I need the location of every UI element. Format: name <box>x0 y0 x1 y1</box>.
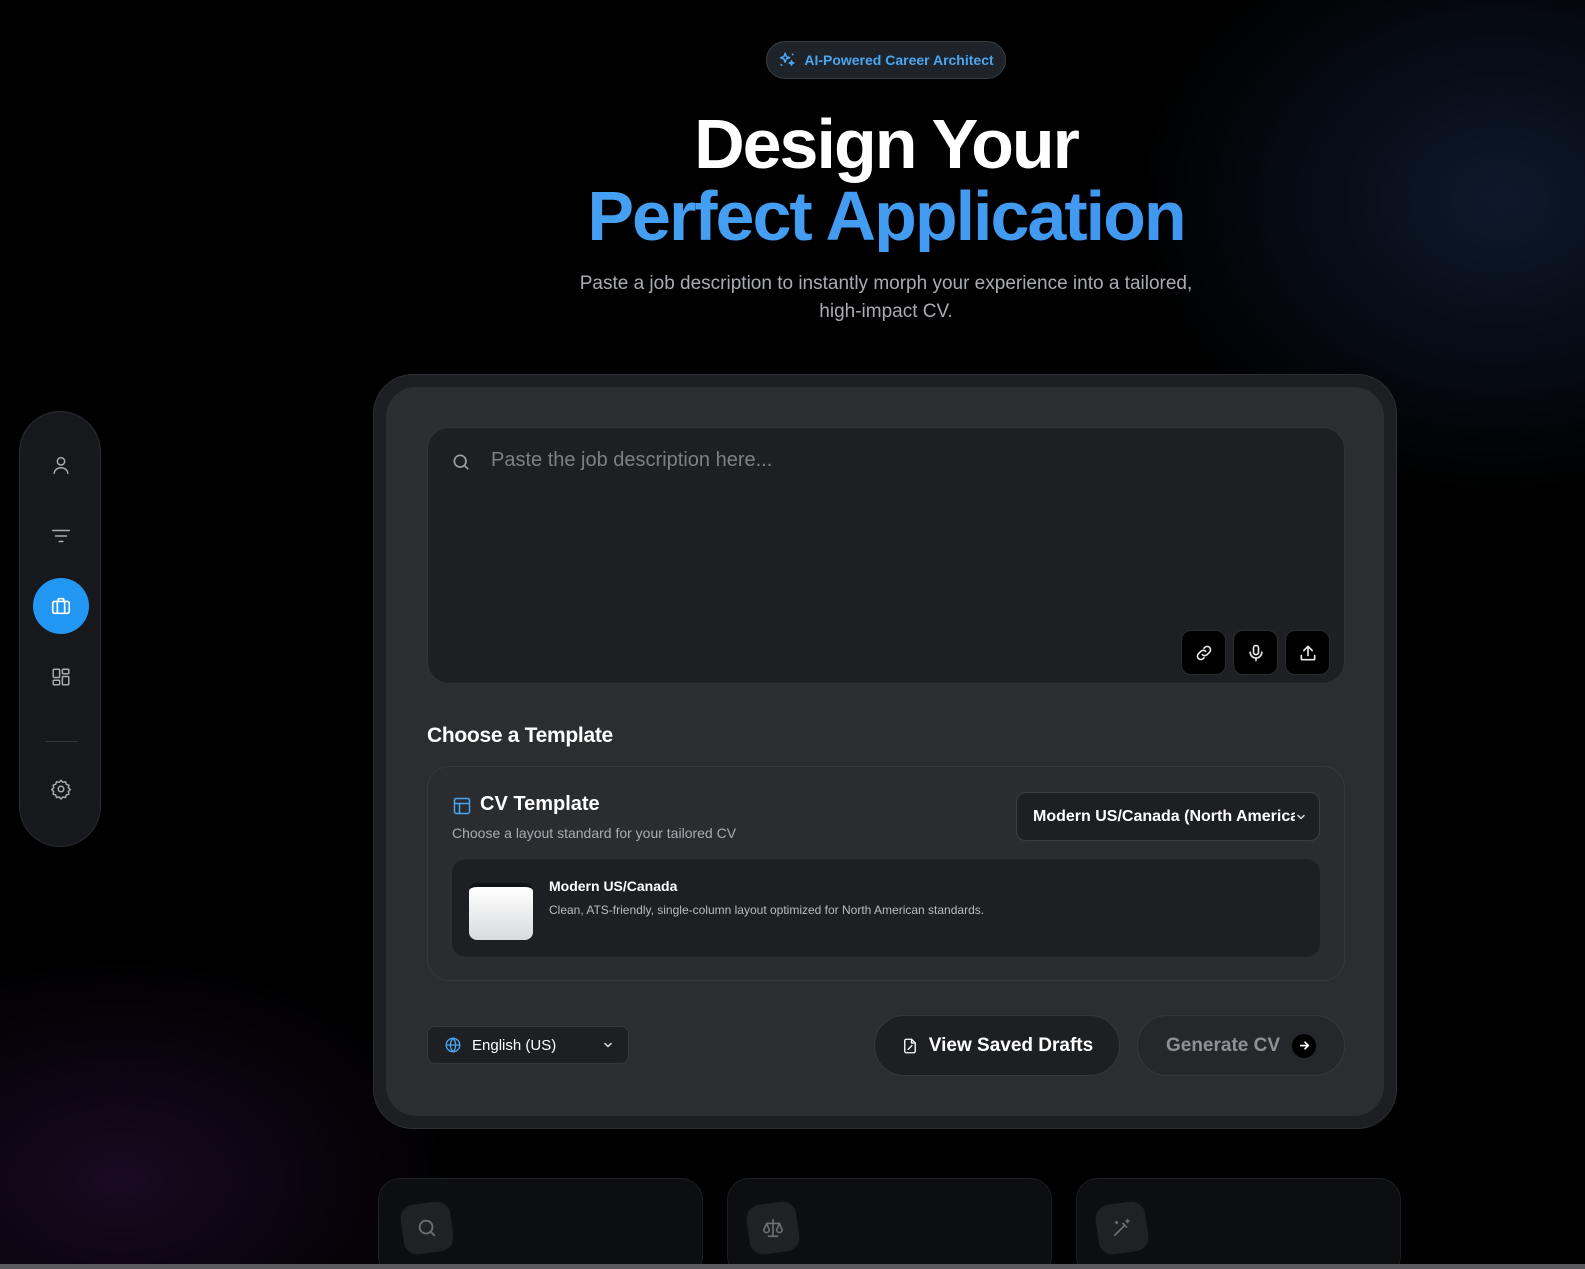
search-icon <box>453 454 469 470</box>
user-icon <box>53 456 69 474</box>
chevron-down-icon <box>1297 814 1305 820</box>
language-select-value: English (US) <box>472 1036 557 1054</box>
hero-title-line1: Design Your <box>694 105 1080 183</box>
voice-input-button[interactable] <box>1233 630 1278 675</box>
upload-button[interactable] <box>1285 630 1330 675</box>
feature-icon-tile <box>398 1199 456 1257</box>
arrow-right-icon <box>1292 1033 1317 1058</box>
view-saved-drafts-label: View Saved Drafts <box>928 1034 1094 1056</box>
sidebar-divider <box>45 741 77 742</box>
hero-subtitle: Paste a job description to instantly mor… <box>579 273 1193 322</box>
cv-template-subtitle: Choose a layout standard for your tailor… <box>452 825 737 841</box>
template-description: Clean, ATS-friendly, single-column layou… <box>549 903 985 917</box>
template-select-value: Modern US/Canada (North America) <box>1033 807 1295 825</box>
generate-cv-label: Generate CV <box>1165 1034 1281 1056</box>
hero-title: Design Your Perfect Application <box>0 108 1585 252</box>
filter-icon <box>52 529 70 543</box>
language-select[interactable]: English (US) <box>427 1026 629 1064</box>
sidebar-item-settings[interactable] <box>33 761 89 817</box>
sparkles-icon <box>780 52 795 66</box>
sidebar-item-dashboard[interactable] <box>33 649 89 705</box>
globe-icon <box>445 1037 461 1053</box>
feature-icon-tile <box>1093 1199 1151 1257</box>
link-icon <box>1196 645 1211 660</box>
search-icon <box>418 1219 436 1237</box>
upload-icon <box>1300 645 1315 660</box>
template-name: Modern US/Canada <box>549 878 678 894</box>
link-button[interactable] <box>1181 630 1226 675</box>
page: AI-Powered Career Architect Design Your … <box>0 0 1585 1269</box>
microphone-icon <box>1248 644 1263 661</box>
file-icon <box>903 1038 916 1053</box>
cv-template-title: CV Template <box>480 793 600 815</box>
sidebar-item-filters[interactable] <box>33 508 89 564</box>
side-nav <box>19 411 101 847</box>
hero-badge: AI-Powered Career Architect <box>766 41 1006 79</box>
job-description-input[interactable] <box>491 449 1311 639</box>
hero-title-line2: Perfect Application <box>0 180 1585 252</box>
bottom-divider <box>0 1264 1585 1269</box>
template-select[interactable]: Modern US/Canada (North America) <box>1016 792 1320 841</box>
view-saved-drafts-button[interactable]: View Saved Drafts <box>874 1015 1120 1076</box>
template-thumbnail <box>469 883 533 940</box>
magic-wand-icon <box>1113 1218 1130 1237</box>
sidebar-item-jobs[interactable] <box>33 578 89 634</box>
scale-icon <box>763 1218 783 1238</box>
grid-icon <box>52 668 70 686</box>
template-section-heading: Choose a Template <box>427 724 613 747</box>
feature-icon-tile <box>744 1199 802 1257</box>
sidebar-item-profile[interactable] <box>33 437 89 493</box>
layout-icon <box>453 797 471 815</box>
briefcase-icon <box>51 597 71 615</box>
generate-cv-button[interactable]: Generate CV <box>1137 1015 1345 1076</box>
chevron-down-icon <box>604 1042 612 1048</box>
hero-badge-label: AI-Powered Career Architect <box>804 52 994 68</box>
gear-icon <box>50 779 72 800</box>
